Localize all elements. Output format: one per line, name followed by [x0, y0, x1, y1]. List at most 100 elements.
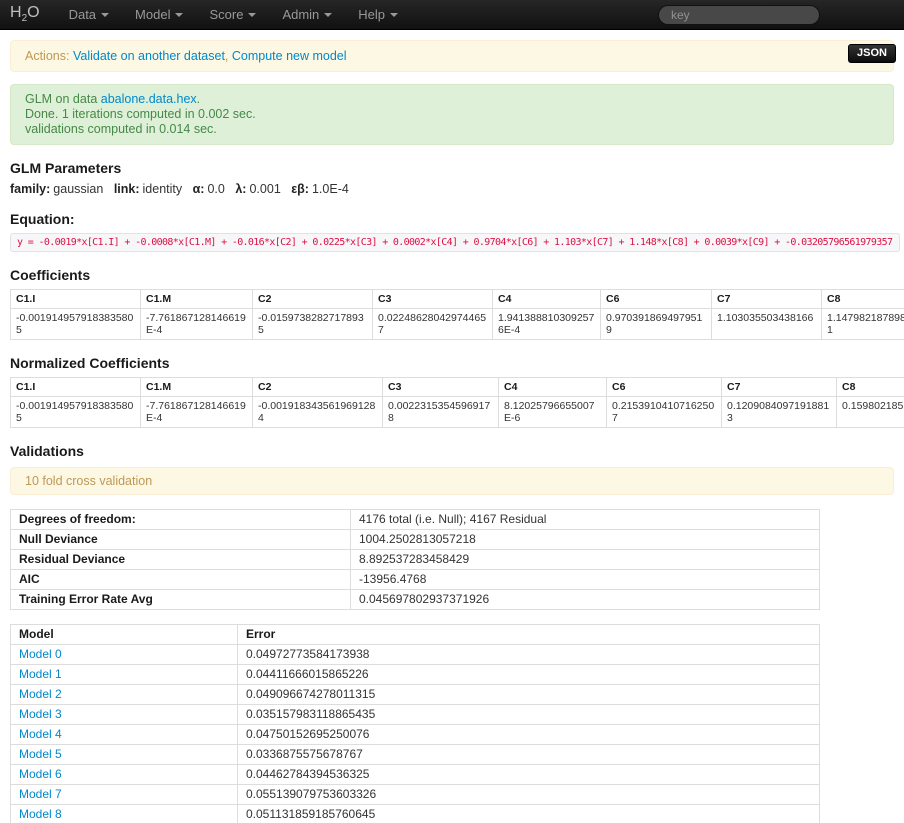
- brand-h: H: [10, 4, 22, 21]
- coefficient-value: 0.1598021851196415: [837, 397, 904, 428]
- col-header: C8: [822, 290, 904, 309]
- dataset-link[interactable]: abalone.data.hex: [101, 92, 197, 106]
- col-header: C1.M: [141, 378, 253, 397]
- col-header-error: Error: [238, 625, 820, 645]
- search-input[interactable]: [658, 5, 820, 25]
- nav-item-data[interactable]: Data: [56, 0, 122, 30]
- error-value: 0.051131859185760645: [238, 805, 820, 823]
- row-label: Residual Deviance: [11, 550, 351, 570]
- table-row: Training Error Rate Avg0.045697802937371…: [11, 590, 820, 610]
- error-value: 0.04462784394536325: [238, 765, 820, 785]
- coefficient-value: 8.12025796655007E-6: [499, 397, 607, 428]
- validations-title: Validations: [10, 443, 894, 459]
- col-header: C7: [712, 290, 822, 309]
- coefficients-title: Coefficients: [10, 267, 894, 283]
- table-row: Residual Deviance8.892537283458429: [11, 550, 820, 570]
- col-header: C2: [253, 290, 373, 309]
- error-value: 0.04972773584173938: [238, 645, 820, 665]
- row-value: -13956.4768: [351, 570, 820, 590]
- status-line-1: GLM on data abalone.data.hex.: [25, 92, 879, 107]
- table-row: Degrees of freedom:4176 total (i.e. Null…: [11, 510, 820, 530]
- row-label: Training Error Rate Avg: [11, 590, 351, 610]
- coefficient-value: -7.761867128146619E-4: [141, 397, 253, 428]
- normalized-coefficients-table: C1.I C1.M C2 C3 C4 C6 C7 C8 -0.001914957…: [10, 377, 904, 428]
- coefficient-value: -0.01597382827178935: [253, 309, 373, 340]
- coefficient-value: 0.9703918694979519: [601, 309, 712, 340]
- table-row: -0.0019149579183835805 -7.76186712814661…: [11, 397, 904, 428]
- table-row: Model 30.035157983118865435: [11, 705, 820, 725]
- error-value: 0.055139079753603326: [238, 785, 820, 805]
- coefficients-table: C1.I C1.M C2 C3 C4 C6 C7 C8 -0.001914957…: [10, 289, 904, 340]
- col-header: C4: [499, 378, 607, 397]
- col-header: C3: [373, 290, 493, 309]
- caret-down-icon: [324, 13, 332, 17]
- col-header: C6: [607, 378, 722, 397]
- table-row: Model 4 0.04750152695250076: [11, 725, 820, 745]
- validations-note: 10 fold cross validation: [10, 467, 894, 495]
- coefficient-value: -7.761867128146619E-4: [141, 309, 253, 340]
- row-value: 8.892537283458429: [351, 550, 820, 570]
- compute-new-model-link[interactable]: Compute new model: [232, 49, 347, 63]
- error-value: 0.04750152695250076: [238, 725, 820, 745]
- glm-parameters-values: family:gaussian link:identity α:0.0 λ:0.…: [10, 182, 894, 196]
- normalized-coefficients-title: Normalized Coefficients: [10, 355, 894, 371]
- model-link[interactable]: Model 5: [19, 747, 62, 761]
- table-row: C1.I C1.M C2 C3 C4 C6 C7 C8: [11, 378, 904, 397]
- actions-row: Actions: Validate on another dataset, Co…: [10, 40, 894, 72]
- table-row: C1.I C1.M C2 C3 C4 C6 C7 C8: [11, 290, 904, 309]
- col-header-model: Model: [11, 625, 238, 645]
- col-header: C2: [253, 378, 383, 397]
- col-header: C3: [383, 378, 499, 397]
- actions-label: Actions:: [25, 49, 69, 63]
- row-value: 0.045697802937371926: [351, 590, 820, 610]
- model-link[interactable]: Model 6: [19, 767, 62, 781]
- nav-item-score[interactable]: Score: [196, 0, 269, 30]
- col-header: C8: [837, 378, 904, 397]
- status-line-2: Done. 1 iterations computed in 0.002 sec…: [25, 107, 879, 122]
- nav-item-model[interactable]: Model: [122, 0, 196, 30]
- col-header: C6: [601, 290, 712, 309]
- model-link[interactable]: Model 0: [19, 647, 62, 661]
- table-row: Model 8 0.051131859185760645: [11, 805, 820, 823]
- row-value: 1004.2502813057218: [351, 530, 820, 550]
- cross-validation-models-table: Model Error Model 0 0.04972773584173938 M…: [10, 624, 820, 823]
- model-link[interactable]: Model 1: [19, 667, 62, 681]
- col-header: C1.I: [11, 378, 141, 397]
- caret-down-icon: [101, 13, 109, 17]
- table-row: AIC-13956.4768: [11, 570, 820, 590]
- actions-bar: Actions: Validate on another dataset, Co…: [10, 40, 894, 72]
- model-link[interactable]: Model 7: [19, 787, 62, 801]
- error-value: 0.049096674278011315: [238, 685, 820, 705]
- table-row: Model 0 0.04972773584173938: [11, 645, 820, 665]
- status-alert: GLM on data abalone.data.hex. Done. 1 it…: [10, 84, 894, 145]
- table-row: Model 10.04411666015865226: [11, 665, 820, 685]
- json-button[interactable]: JSON: [848, 44, 896, 63]
- caret-down-icon: [175, 13, 183, 17]
- table-row: Model 5 0.0336875575678767: [11, 745, 820, 765]
- model-link[interactable]: Model 2: [19, 687, 62, 701]
- model-link[interactable]: Model 4: [19, 727, 62, 741]
- error-value: 0.0336875575678767: [238, 745, 820, 765]
- row-label: AIC: [11, 570, 351, 590]
- table-row: Model Error: [11, 625, 820, 645]
- coefficient-value: -0.0019149579183835805: [11, 397, 141, 428]
- col-header: C1.I: [11, 290, 141, 309]
- status-line-3: validations computed in 0.014 sec.: [25, 122, 879, 137]
- col-header: C4: [493, 290, 601, 309]
- h2o-logo[interactable]: H2O: [10, 4, 40, 24]
- coefficient-value: 0.022486280429744657: [373, 309, 493, 340]
- navbar: H2O Data Model Score Admin Help: [0, 0, 904, 30]
- coefficient-value: 0.12090840971918813: [722, 397, 837, 428]
- actions-separator: ,: [225, 49, 232, 63]
- coefficient-value: 1.103035503438166: [712, 309, 822, 340]
- coefficient-value: 0.00223153545969178: [383, 397, 499, 428]
- validate-dataset-link[interactable]: Validate on another dataset: [73, 49, 225, 63]
- nav-item-admin[interactable]: Admin: [269, 0, 345, 30]
- coefficient-value: -0.0019183435619691284: [253, 397, 383, 428]
- coefficient-value: 1.9413888103092576E-4: [493, 309, 601, 340]
- caret-down-icon: [248, 13, 256, 17]
- model-link[interactable]: Model 8: [19, 807, 62, 821]
- nav-item-help[interactable]: Help: [345, 0, 411, 30]
- table-row: Null Deviance1004.2502813057218: [11, 530, 820, 550]
- model-link[interactable]: Model 3: [19, 707, 62, 721]
